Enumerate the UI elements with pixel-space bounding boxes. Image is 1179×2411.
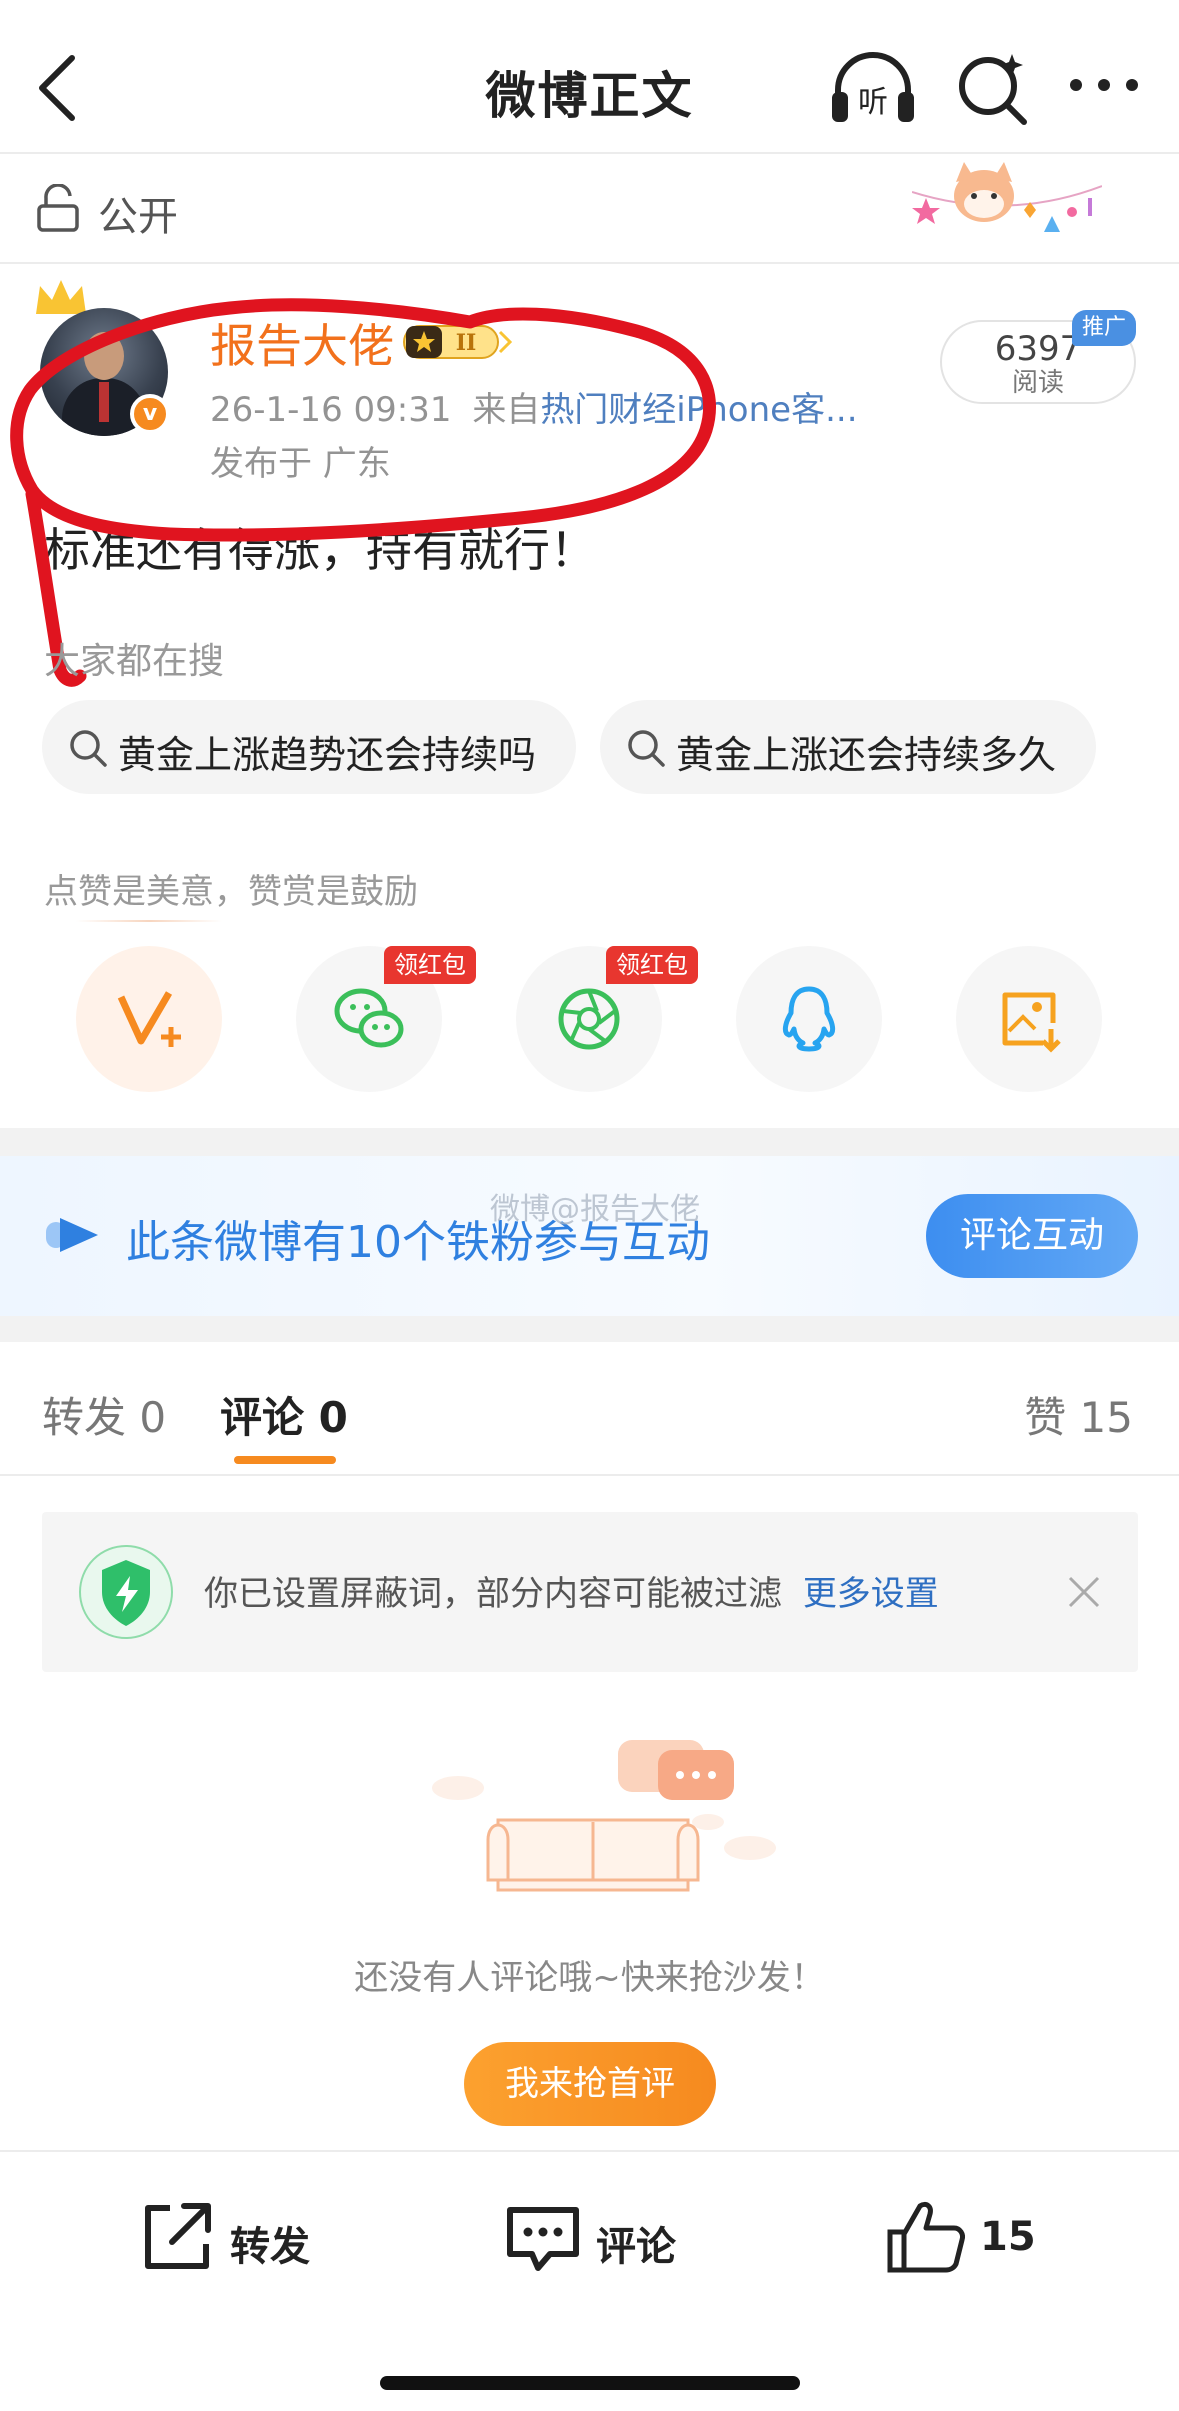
reward-tagline: 点赞是美意，赞赏是鼓励 [44,872,418,912]
save-image-icon [1002,992,1061,1053]
more-icon[interactable] [1068,70,1140,100]
red-packet-tag: 领红包 [606,946,698,984]
comment-bubble-icon [507,2207,579,2271]
headphones-listen-icon[interactable]: 听 [828,52,918,124]
unlock-icon [37,184,79,232]
fox-decoration-icon [912,162,1102,232]
search-sparkle-icon[interactable] [952,48,1032,128]
visibility-label: 公开 [98,194,178,240]
visibility-row: 公开 [0,154,1179,262]
shield-icon [79,1545,173,1639]
search-chip[interactable]: 黄金上涨趋势还会持续吗 [42,700,576,794]
repost-label: 转发 [230,2224,310,2270]
filter-notice-text: 你已设置屏蔽词，部分内容可能被过滤 更多设置 [204,1566,939,1615]
thumbs-up-icon [887,2201,965,2273]
red-packet-tag: 领红包 [384,946,476,984]
tab-repost[interactable]: 转发 0 [42,1384,166,1445]
tab-comment[interactable]: 评论 0 [220,1384,348,1445]
wechat-icon [334,988,404,1048]
listen-label: 听 [858,85,888,120]
fans-interaction-banner[interactable]: 此条微博有10个铁粉参与互动 微博@报告大佬 评论互动 [0,1156,1179,1316]
top-nav: 微博正文 听 [0,0,1179,152]
search-chip-text: 黄金上涨趋势还会持续吗 [118,733,537,777]
first-comment-button[interactable]: 我来抢首评 [464,2042,716,2126]
empty-comment-text: 还没有人评论哦~快来抢沙发！ [354,1958,825,1998]
share-vplus-button[interactable] [76,946,222,1092]
trending-search-label: 大家都在搜 [44,641,225,682]
like-count: 15 [980,2214,1036,2260]
red-ink-annotation [10,298,716,687]
home-indicator[interactable] [380,2376,800,2390]
read-label: 阅读 [1011,368,1064,398]
promote-badge[interactable]: 推广 [1072,310,1136,346]
section-gap [0,1316,1179,1342]
watermark: 微博@报告大佬 [490,1192,700,1227]
search-icon [70,730,107,767]
tab-bar: 转发 0 评论 0 赞 15 [0,1342,1179,1474]
qq-penguin-icon [782,986,836,1052]
close-icon[interactable] [1064,1572,1104,1612]
comment-interact-button[interactable]: 评论互动 [926,1194,1138,1278]
tab-like[interactable]: 赞 15 [1024,1384,1133,1445]
search-chip[interactable]: 黄金上涨还会持续多久 [600,700,1096,794]
moments-aperture-icon [558,988,620,1050]
comment-label: 评论 [596,2224,676,2270]
section-gap [0,1128,1179,1156]
share-qq-button[interactable] [736,946,882,1092]
bottom-action-bar: 转发 评论 15 [0,2150,1179,2411]
search-icon [628,730,665,767]
share-out-icon [145,2203,211,2269]
weibo-post-page: 微博正文 听 公开 v 报告大佬 II 26-1-16 09:31 来自热门财经… [0,0,1179,2411]
like-button[interactable]: 15 [884,2194,1064,2284]
play-arrow-icon [46,1218,98,1252]
active-tab-indicator [234,1456,336,1464]
save-image-button[interactable] [956,946,1102,1092]
filter-notice: 你已设置屏蔽词，部分内容可能被过滤 更多设置 [42,1512,1138,1672]
comment-button[interactable]: 评论 [500,2194,700,2284]
vplus-support-icon [117,991,181,1047]
empty-sofa-illustration-icon [432,1740,776,1892]
more-settings-link[interactable]: 更多设置 [803,1574,939,1614]
tagline-underline [76,920,222,922]
divider [0,1474,1179,1476]
filter-notice-message: 你已设置屏蔽词，部分内容可能被过滤 [204,1574,782,1614]
repost-button[interactable]: 转发 [134,2194,334,2284]
search-chip-text: 黄金上涨还会持续多久 [676,733,1057,777]
